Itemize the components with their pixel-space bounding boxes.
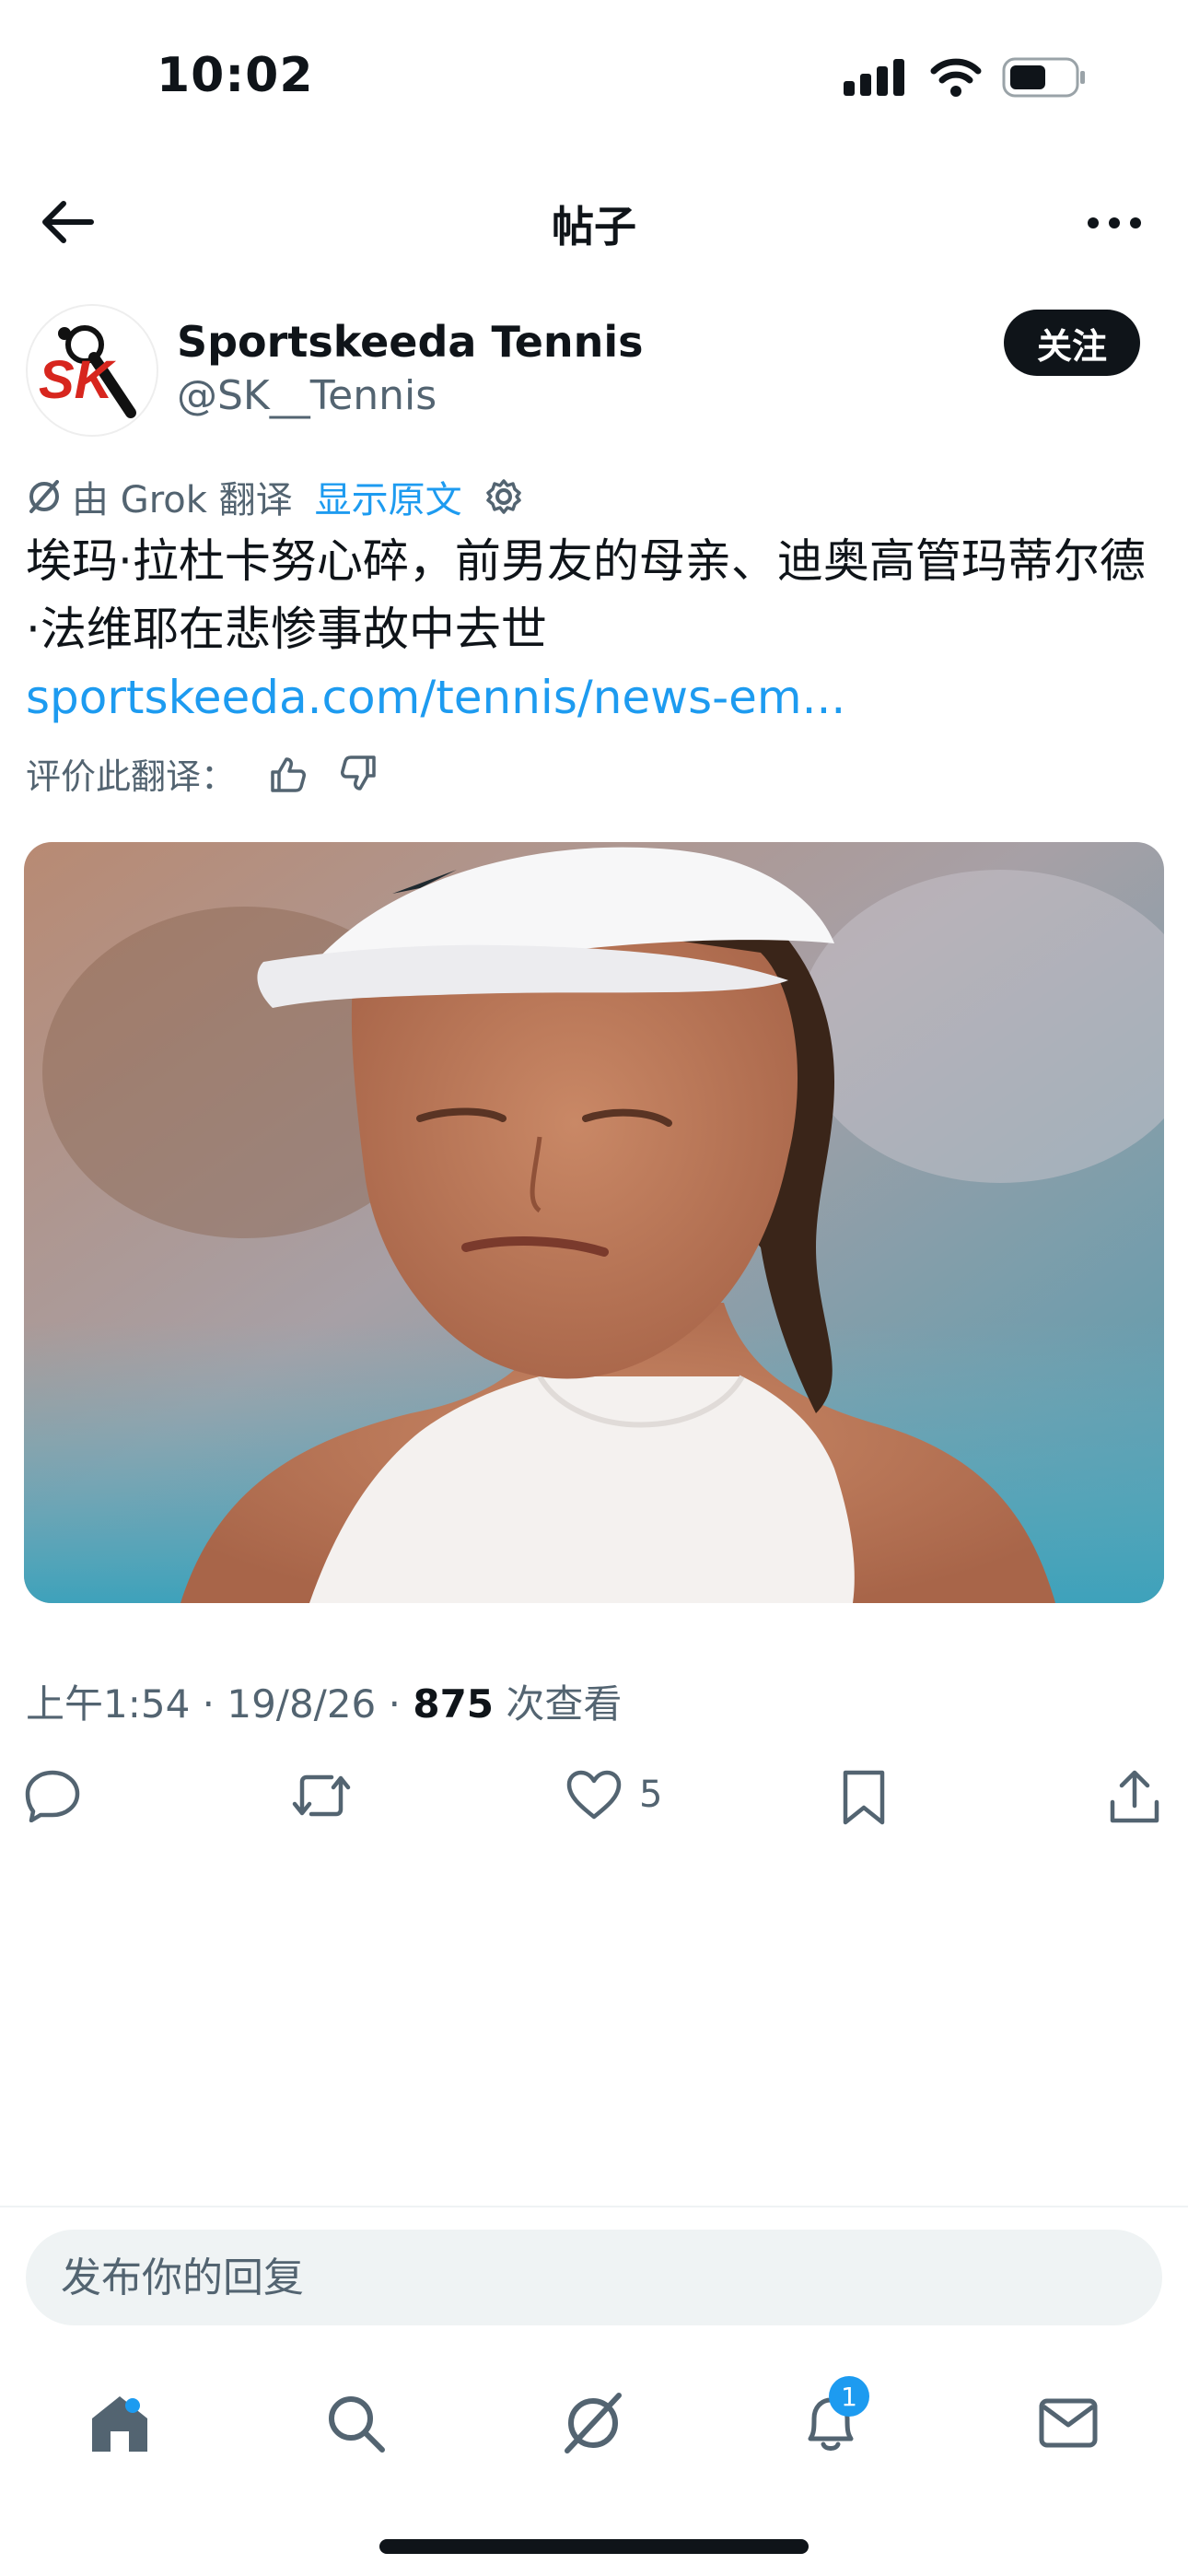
tab-messages[interactable]	[1022, 2377, 1114, 2469]
repost-icon	[289, 1769, 354, 1822]
tab-home[interactable]	[74, 2377, 166, 2469]
share-button[interactable]	[1107, 1769, 1162, 1826]
gear-icon[interactable]	[484, 477, 523, 516]
thumbs-down-icon[interactable]	[339, 754, 379, 794]
tab-search[interactable]	[309, 2377, 402, 2469]
status-icons	[844, 57, 1087, 101]
tab-grok[interactable]	[547, 2377, 639, 2469]
views-label: 次查看	[494, 1681, 623, 1727]
post-timestamp: 上午1:54 · 19/8/26 ·	[26, 1681, 413, 1727]
divider	[0, 2206, 1188, 2207]
rate-translation-label: 评价此翻译：	[26, 756, 237, 797]
views-count: 875	[413, 1681, 495, 1727]
home-icon	[87, 2391, 153, 2455]
tennis-player-photo	[24, 842, 1164, 1603]
reply-input[interactable]	[59, 2253, 1162, 2302]
notifications-badge: 1	[829, 2376, 869, 2417]
bell-icon: 1	[801, 2376, 869, 2455]
cellular-signal-icon	[844, 59, 910, 100]
translated-by-label: 由 Grok 翻译	[72, 479, 293, 521]
avatar[interactable]: SK	[26, 304, 158, 437]
more-dots-icon	[1087, 216, 1142, 233]
search-icon	[325, 2393, 386, 2453]
new-content-dot	[125, 2398, 140, 2413]
status-time: 10:02	[157, 48, 314, 103]
reply-field[interactable]	[26, 2230, 1162, 2325]
share-icon	[1107, 1769, 1162, 1826]
grok-icon	[26, 478, 63, 515]
post-link[interactable]: sportskeeda.com/tennis/news-em...	[26, 671, 845, 724]
bookmark-button[interactable]	[840, 1769, 888, 1826]
comment-icon	[24, 1769, 81, 1822]
post-image[interactable]	[24, 842, 1164, 1603]
heart-icon	[565, 1769, 623, 1821]
home-indicator[interactable]	[379, 2539, 809, 2554]
more-options-button[interactable]	[1077, 192, 1151, 256]
post-text: 埃玛·拉杜卡努心碎，前男友的母亲、迪奥高管玛蒂尔德·法维耶在悲惨事故中去世 sp…	[26, 527, 1159, 732]
post-body: 埃玛·拉杜卡努心碎，前男友的母亲、迪奥高管玛蒂尔德·法维耶在悲惨事故中去世	[26, 534, 1146, 656]
envelope-icon	[1038, 2397, 1099, 2449]
translation-bar: 由 Grok 翻译 显示原文	[26, 470, 523, 523]
battery-icon	[1002, 57, 1087, 101]
show-original-link[interactable]: 显示原文	[315, 470, 462, 523]
post-meta: 上午1:54 · 19/8/26 · 875 次查看	[26, 1673, 622, 1729]
wifi-icon	[930, 58, 982, 100]
tab-notifications[interactable]: 1	[785, 2376, 877, 2469]
like-button[interactable]: 5	[565, 1769, 662, 1821]
grok-icon	[560, 2390, 626, 2456]
page-title: 帖子	[552, 202, 636, 252]
bookmark-icon	[840, 1769, 888, 1826]
svg-text:SK: SK	[39, 350, 117, 410]
follow-button[interactable]: 关注	[1003, 310, 1140, 376]
like-count: 5	[639, 1774, 663, 1816]
sportskeeda-logo-icon: SK	[39, 325, 136, 418]
thumbs-up-icon[interactable]	[267, 754, 308, 794]
author-handle[interactable]: @SK__Tennis	[177, 372, 437, 419]
repost-button[interactable]	[289, 1769, 354, 1822]
rate-translation: 评价此翻译：	[26, 748, 379, 799]
reply-button[interactable]	[24, 1769, 81, 1822]
author-name[interactable]: Sportskeeda Tennis	[177, 317, 644, 367]
